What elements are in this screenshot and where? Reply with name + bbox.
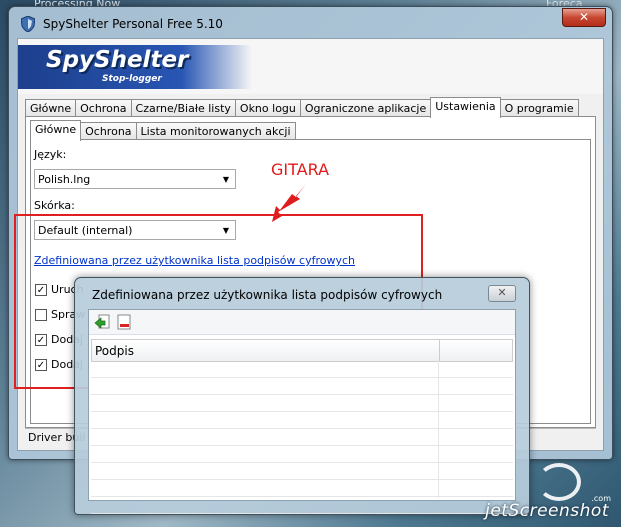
checkbox-check-icon: ✓: [36, 285, 46, 296]
annotation-text: GITARA: [271, 160, 330, 179]
tab-ograniczone-aplikacje[interactable]: Ograniczone aplikacje: [299, 99, 432, 117]
remove-signature-icon[interactable]: [115, 313, 133, 331]
subtab-lista-monitorowanych-akcji[interactable]: Lista monitorowanych akcji: [135, 122, 296, 140]
settings-subtabs: Główne Ochrona Lista monitorowanych akcj…: [30, 120, 296, 141]
table-row: [91, 412, 513, 429]
tab-czarne-biale-listy[interactable]: Czarne/Białe listy: [130, 99, 236, 117]
dialog-close-button[interactable]: ✕: [488, 285, 516, 302]
checkbox-dodaj-1[interactable]: ✓: [35, 334, 47, 346]
tab-ochrona[interactable]: Ochrona: [75, 99, 132, 117]
shield-icon: [21, 16, 35, 32]
table-row: [91, 378, 513, 395]
close-icon: ✕: [578, 10, 590, 24]
dialog-client: Podpis: [88, 309, 516, 514]
logo-banner: SpyShelter Stop-logger: [18, 39, 603, 94]
checkbox-check-icon: ✓: [36, 360, 46, 371]
language-select[interactable]: Polish.lng ▼: [34, 169, 236, 189]
tab-ustawienia[interactable]: Ustawienia: [430, 97, 501, 118]
watermark-logo-icon: [537, 463, 581, 501]
skin-select[interactable]: Default (internal) ▼: [34, 220, 236, 240]
table-row: [91, 480, 513, 497]
logo-subtitle: Stop-logger: [102, 74, 162, 84]
close-button[interactable]: ✕: [562, 8, 606, 27]
title-bar[interactable]: SpyShelter Personal Free 5.10 ✕: [9, 7, 612, 39]
language-label: Język:: [34, 148, 67, 161]
table-row: [91, 446, 513, 463]
checkbox-dodaj-2[interactable]: ✓: [35, 359, 47, 371]
main-tabs: Główne Ochrona Czarne/Białe listy Okno l…: [25, 97, 579, 118]
window-title: SpyShelter Personal Free 5.10: [43, 17, 223, 31]
dialog-toolbar: [89, 310, 515, 335]
signatures-dialog: Zdefiniowana przez użytkownika lista pod…: [74, 277, 530, 515]
table-row: [91, 497, 513, 514]
add-signature-icon[interactable]: [93, 313, 111, 331]
checkbox-uruch[interactable]: ✓: [35, 284, 47, 296]
tab-glowne[interactable]: Główne: [25, 99, 77, 117]
table-row: [91, 395, 513, 412]
subtab-ochrona[interactable]: Ochrona: [80, 122, 137, 140]
tab-okno-logu[interactable]: Okno logu: [234, 99, 301, 117]
table-row: [91, 361, 513, 378]
tab-o-programie[interactable]: O programie: [499, 99, 579, 117]
dropdown-arrow-icon: ▼: [222, 226, 229, 235]
dropdown-arrow-icon: ▼: [222, 175, 229, 184]
signatures-link[interactable]: Zdefiniowana przez użytkownika lista pod…: [34, 254, 355, 267]
close-icon: ✕: [497, 286, 507, 299]
table-row: [91, 463, 513, 480]
dialog-title: Zdefiniowana przez użytkownika lista pod…: [92, 288, 443, 302]
column-separator: [439, 340, 440, 361]
skin-label: Skórka:: [34, 199, 75, 212]
watermark: jetScreenshot: [485, 501, 609, 521]
subtab-glowne[interactable]: Główne: [30, 120, 82, 141]
table-row: [91, 429, 513, 446]
signatures-grid[interactable]: Podpis: [91, 339, 513, 514]
grid-header: Podpis: [91, 339, 513, 362]
annotation-arrow-icon: [272, 184, 306, 222]
checkbox-spraw[interactable]: [35, 309, 47, 321]
skin-value: Default (internal): [38, 224, 133, 237]
column-header-podpis[interactable]: Podpis: [95, 344, 134, 358]
language-value: Polish.lng: [38, 173, 91, 186]
checkbox-check-icon: ✓: [36, 335, 46, 346]
logo-text: SpyShelter: [46, 47, 189, 73]
